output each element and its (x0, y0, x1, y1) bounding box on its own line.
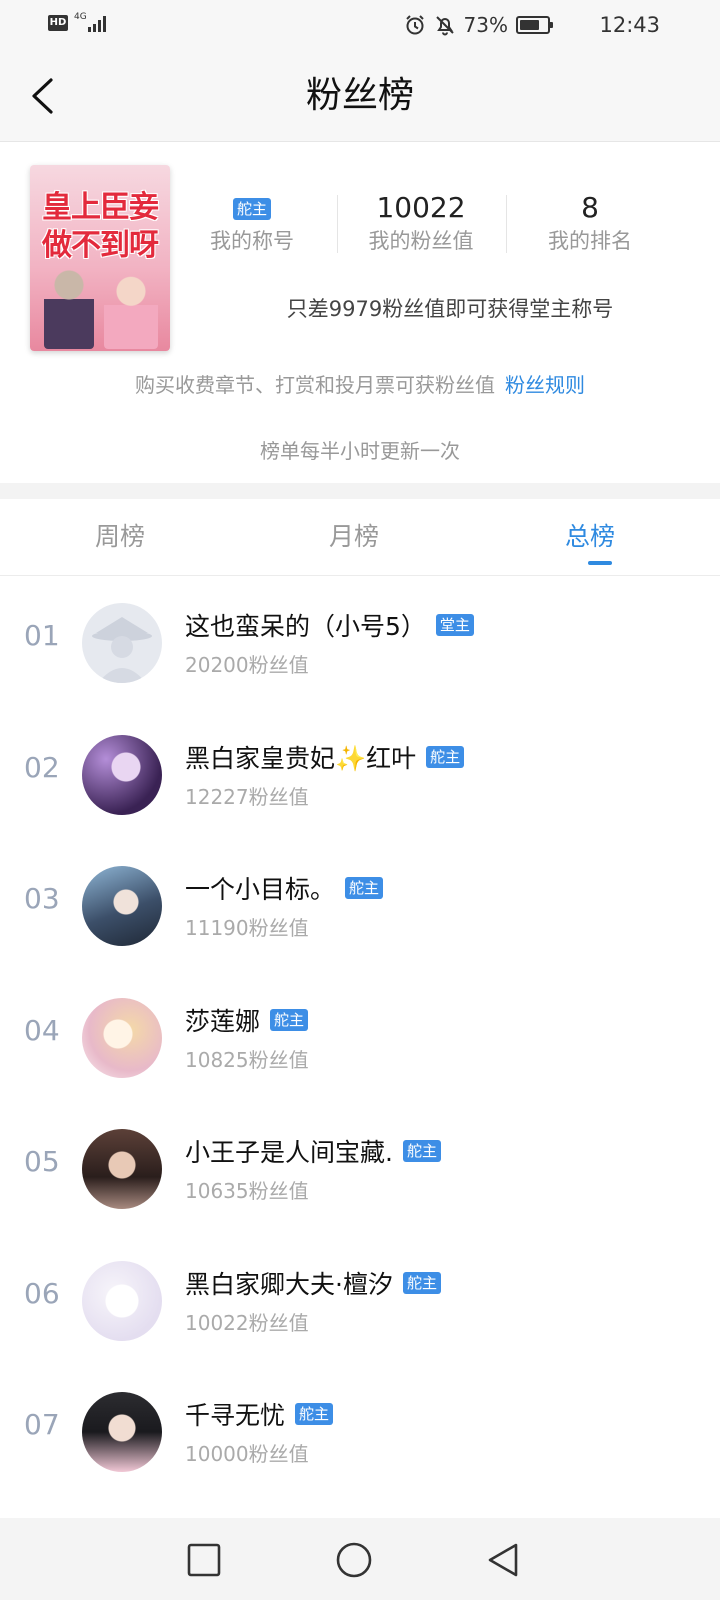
active-tab-indicator (588, 561, 612, 565)
avatar[interactable] (82, 1129, 162, 1209)
fan-name: 莎莲娜 (185, 1006, 261, 1036)
fan-value: 10000粉丝值 (185, 1442, 309, 1466)
square-icon (187, 1543, 221, 1577)
fan-title-badge: 堂主 (435, 614, 474, 636)
my-title-badge: 舵主 (232, 198, 271, 220)
fan-rules-link[interactable]: 粉丝规则 (505, 373, 585, 397)
cover-character-left (44, 269, 94, 349)
rank-number: 07 (24, 1408, 60, 1441)
update-note: 榜单每半小时更新一次 (260, 439, 460, 463)
fan-title-badge: 舵主 (426, 745, 465, 768)
fan-value: 10022粉丝值 (185, 1310, 309, 1335)
list-item[interactable]: 01 这也蛮呆的（小号5） 堂主 20200粉丝值 (0, 577, 720, 709)
fan-name: 黑白家卿大夫·檀汐 (185, 1269, 393, 1299)
list-item[interactable]: 03 一个小目标。 舵主 11190粉丝值 (0, 840, 720, 972)
my-rank-stat: 8 我的排名 (506, 191, 674, 255)
fan-title-badge: 舵主 (345, 877, 384, 899)
default-avatar-icon (82, 603, 162, 683)
page-title: 粉丝榜 (305, 75, 414, 116)
list-item[interactable]: 02 黑白家皇贵妃✨红叶 舵主 12227粉丝值 (0, 709, 720, 841)
rank-number: 04 (24, 1013, 60, 1047)
ranking-tabs: 周榜 月榜 总榜 (0, 499, 720, 576)
avatar[interactable] (82, 603, 162, 683)
rank-number: 01 (24, 619, 60, 652)
battery-icon (516, 16, 553, 34)
my-fan-value: 10022 (376, 191, 466, 224)
rank-number: 05 (24, 1145, 60, 1178)
tab-weekly[interactable]: 周榜 (0, 499, 240, 575)
my-title-label: 我的称号 (210, 229, 294, 253)
fan-name: 千寻无忧 (185, 1401, 286, 1430)
cover-character-right (104, 275, 158, 349)
avatar[interactable] (82, 997, 162, 1078)
back-nav-button[interactable] (484, 1540, 524, 1580)
cover-title: 皇上臣妾做不到呀 (42, 190, 159, 263)
status-bar: HD 4G 73% 12:43 (0, 0, 720, 50)
fan-value: 12227粉丝值 (185, 784, 309, 809)
fan-value: 11190粉丝值 (185, 916, 309, 940)
my-fan-value-stat: 10022 我的粉丝值 (337, 191, 505, 255)
avatar[interactable] (82, 1260, 162, 1341)
battery-percent: 73% (463, 13, 508, 37)
fan-value-info: 购买收费章节、打赏和投月票可获粉丝值 粉丝规则 (0, 369, 720, 398)
fan-title-badge: 舵主 (295, 1403, 334, 1425)
fan-value-info-text: 购买收费章节、打赏和投月票可获粉丝值 (135, 373, 495, 397)
tab-monthly[interactable]: 月榜 (234, 499, 474, 575)
fan-title-badge: 舵主 (402, 1271, 441, 1294)
list-item[interactable]: 06 黑白家卿大夫·檀汐 舵主 10022粉丝值 (0, 1235, 720, 1367)
avatar[interactable] (82, 866, 162, 946)
section-divider (0, 483, 720, 499)
fan-title-badge: 舵主 (270, 1008, 309, 1031)
triangle-back-icon (488, 1543, 518, 1577)
my-fan-value-label: 我的粉丝值 (368, 229, 474, 253)
list-item[interactable]: 07 千寻无忧 舵主 10000粉丝值 (0, 1366, 720, 1498)
avatar[interactable] (82, 1392, 162, 1472)
avatar[interactable] (82, 734, 162, 815)
list-item[interactable]: 04 莎莲娜 舵主 10825粉丝值 (0, 972, 720, 1104)
mute-bell-icon (435, 16, 454, 36)
alarm-icon (405, 15, 424, 35)
rank-number: 03 (24, 882, 60, 915)
my-rank-label: 我的排名 (548, 229, 632, 253)
system-nav-bar (0, 1518, 720, 1600)
my-title-stat: 舵主 我的称号 (168, 191, 336, 255)
header: 粉丝榜 (0, 50, 720, 142)
fan-value: 20200粉丝值 (185, 653, 309, 677)
book-cover[interactable]: 皇上臣妾做不到呀 (30, 165, 170, 351)
my-fan-summary: 皇上臣妾做不到呀 舵主 我的称号 10022 我的粉丝值 8 我的排名 只差99… (0, 143, 720, 483)
status-icons: 73% (404, 10, 553, 40)
hd-indicator: HD (48, 15, 68, 31)
fan-name: 这也蛮呆的（小号5） (185, 612, 426, 641)
network-type: 4G (74, 12, 87, 22)
signal-icon (86, 14, 108, 32)
next-title-hint: 只差9979粉丝值即可获得堂主称号 (286, 297, 614, 321)
fan-name: 一个小目标。 (185, 875, 336, 904)
recent-apps-button[interactable] (184, 1540, 224, 1580)
fan-value: 10635粉丝值 (185, 1179, 309, 1203)
rank-number: 06 (24, 1276, 60, 1310)
fan-name: 小王子是人间宝藏. (185, 1138, 393, 1167)
clock: 12:43 (599, 13, 660, 37)
my-rank: 8 (581, 191, 599, 224)
rank-number: 02 (24, 750, 60, 784)
fan-name: 黑白家皇贵妃✨红叶 (185, 743, 417, 773)
fan-value: 10825粉丝值 (185, 1047, 309, 1072)
circle-icon (336, 1542, 372, 1578)
home-button[interactable] (334, 1540, 374, 1580)
fan-title-badge: 舵主 (402, 1140, 441, 1162)
fan-ranking-list: 01 这也蛮呆的（小号5） 堂主 20200粉丝值 02 黑白家皇贵妃✨红叶 舵… (0, 577, 720, 1498)
list-item[interactable]: 05 小王子是人间宝藏. 舵主 10635粉丝值 (0, 1103, 720, 1235)
